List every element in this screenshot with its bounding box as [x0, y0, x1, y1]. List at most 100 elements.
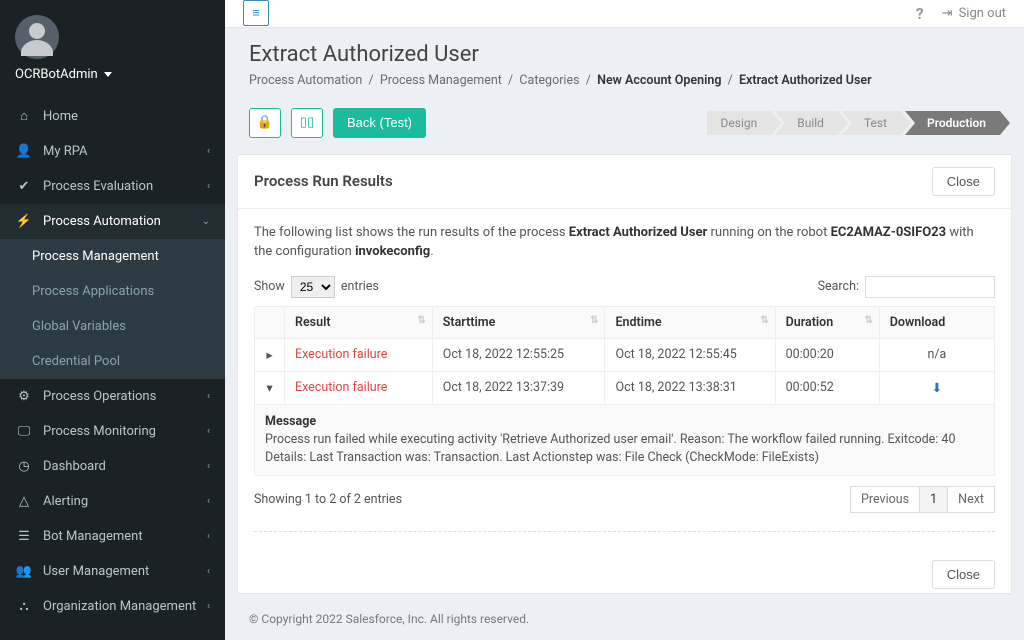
- sliders-icon: ☰: [15, 529, 33, 544]
- nav-my-rpa[interactable]: 👤My RPA‹: [0, 134, 225, 169]
- profile-block: OCRBotAdmin: [0, 0, 225, 92]
- chevron-left-icon: ‹: [207, 181, 210, 192]
- col-download: Download: [879, 306, 994, 338]
- cell-endtime: Oct 18, 2022 12:55:45: [605, 338, 775, 371]
- datatable-controls: Show 25 entries Search:: [254, 276, 995, 298]
- table-info: Showing 1 to 2 of 2 entries: [254, 492, 402, 507]
- nav-process-applications[interactable]: Process Applications: [0, 274, 225, 309]
- caret-down-icon: [104, 72, 112, 77]
- nav-credential-pool[interactable]: Credential Pool: [0, 344, 225, 379]
- cell-duration: 00:00:20: [775, 338, 879, 371]
- page-header: Extract Authorized User Process Automati…: [225, 28, 1024, 98]
- nav-process-monitoring[interactable]: 🖵Process Monitoring‹: [0, 414, 225, 449]
- nav-process-evaluation[interactable]: ✔Process Evaluation‹: [0, 169, 225, 204]
- nav-process-management[interactable]: Process Management: [0, 239, 225, 274]
- datatable-footer: Showing 1 to 2 of 2 entries Previous 1 N…: [254, 486, 995, 513]
- stage-test[interactable]: Test: [842, 111, 901, 135]
- gears-icon: ⚙: [15, 389, 33, 404]
- nav-process-automation[interactable]: ⚡Process Automation⌄: [0, 204, 225, 239]
- cell-result: Execution failure: [285, 371, 433, 404]
- signout-link[interactable]: ⇥ Sign out: [942, 6, 1006, 21]
- page-size-select[interactable]: 25: [291, 276, 335, 298]
- crumb-process-management[interactable]: Process Management: [380, 73, 502, 88]
- layout-icon: ▯▯: [300, 115, 314, 130]
- breadcrumb: Process Automation / Process Management …: [249, 73, 1000, 88]
- chevron-left-icon: ‹: [207, 391, 210, 402]
- sort-icon: ⇅: [417, 315, 425, 326]
- chevron-down-icon: ⌄: [202, 216, 210, 227]
- lock-icon: 🔒: [257, 115, 273, 130]
- toolbar: 🔒 ▯▯ Back (Test) Design Build Test Produ…: [225, 98, 1024, 154]
- username-dropdown[interactable]: OCRBotAdmin: [15, 67, 210, 82]
- back-button[interactable]: Back (Test): [333, 108, 426, 138]
- topbar: ≡ ? ⇥ Sign out: [225, 0, 1024, 28]
- home-icon: ⌂: [15, 108, 33, 124]
- sidebar: OCRBotAdmin ⌂Home 👤My RPA‹ ✔Process Eval…: [0, 0, 225, 640]
- crumb-category-name: New Account Opening: [597, 73, 721, 88]
- nav-organization-management[interactable]: ⛬Organization Management‹: [0, 589, 225, 624]
- expand-row-button[interactable]: ▸: [255, 338, 285, 371]
- close-button-bottom[interactable]: Close: [932, 560, 995, 589]
- cell-endtime: Oct 18, 2022 13:38:31: [605, 371, 775, 404]
- help-icon[interactable]: ?: [916, 4, 924, 23]
- close-button-top[interactable]: Close: [932, 167, 995, 196]
- page-title: Extract Authorized User: [249, 42, 1000, 67]
- nav-user-management[interactable]: 👥User Management‹: [0, 554, 225, 589]
- chevron-left-icon: ‹: [207, 566, 210, 577]
- page-prev[interactable]: Previous: [850, 486, 920, 513]
- sort-icon: ⇅: [864, 315, 872, 326]
- layout-button[interactable]: ▯▯: [291, 108, 323, 138]
- divider: [254, 531, 995, 532]
- page-next[interactable]: Next: [947, 486, 995, 513]
- copyright: © Copyright 2022 Salesforce, Inc. All ri…: [225, 606, 1024, 640]
- stage-design[interactable]: Design: [707, 111, 772, 135]
- table-row: ▾ Execution failure Oct 18, 2022 13:37:3…: [255, 371, 995, 404]
- nav-alerting[interactable]: △Alerting‹: [0, 484, 225, 519]
- users-icon: 👥: [15, 564, 33, 579]
- chevron-left-icon: ‹: [207, 461, 210, 472]
- alert-icon: △: [15, 494, 33, 509]
- panel-body: The following list shows the run results…: [238, 209, 1011, 548]
- avatar: [15, 15, 59, 59]
- cell-starttime: Oct 18, 2022 12:55:25: [432, 338, 605, 371]
- col-duration[interactable]: Duration⇅: [775, 306, 879, 338]
- message-label: Message: [265, 414, 316, 429]
- chevron-left-icon: ‹: [207, 146, 210, 157]
- col-result[interactable]: Result⇅: [285, 306, 433, 338]
- download-button[interactable]: ⬇: [879, 371, 994, 404]
- user-icon: 👤: [15, 144, 33, 159]
- chevron-left-icon: ‹: [207, 496, 210, 507]
- chevron-left-icon: ‹: [207, 601, 210, 612]
- crumb-process-automation[interactable]: Process Automation: [249, 73, 362, 88]
- nav-home[interactable]: ⌂Home: [0, 98, 225, 134]
- stage-build[interactable]: Build: [775, 111, 838, 135]
- bolt-icon: ⚡: [15, 214, 33, 229]
- main: ≡ ? ⇥ Sign out Extract Authorized User P…: [225, 0, 1024, 640]
- nav-bot-management[interactable]: ☰Bot Management‹: [0, 519, 225, 554]
- nav-dashboard[interactable]: ◷Dashboard‹: [0, 449, 225, 484]
- lock-button[interactable]: 🔒: [249, 108, 281, 138]
- username-label: OCRBotAdmin: [15, 67, 98, 82]
- org-icon: ⛬: [15, 599, 33, 614]
- crumb-categories[interactable]: Categories: [519, 73, 579, 88]
- search-label: Search:: [818, 279, 859, 294]
- check-icon: ✔: [15, 179, 33, 194]
- chevron-left-icon: ‹: [207, 426, 210, 437]
- cell-starttime: Oct 18, 2022 13:37:39: [432, 371, 605, 404]
- table-row: ▸ Execution failure Oct 18, 2022 12:55:2…: [255, 338, 995, 371]
- stage-production[interactable]: Production: [905, 111, 1000, 135]
- page-1[interactable]: 1: [919, 486, 948, 513]
- pagination: Previous 1 Next: [851, 486, 995, 513]
- col-endtime[interactable]: Endtime⇅: [605, 306, 775, 338]
- download-icon: ⬇: [932, 381, 942, 396]
- sort-icon: ⇅: [760, 315, 768, 326]
- hamburger-button[interactable]: ≡: [243, 0, 269, 26]
- nav-process-operations[interactable]: ⚙Process Operations‹: [0, 379, 225, 414]
- gauge-icon: ◷: [15, 459, 33, 474]
- nav-global-variables[interactable]: Global Variables: [0, 309, 225, 344]
- sort-icon: ⇅: [590, 315, 598, 326]
- search-input[interactable]: [865, 276, 995, 298]
- col-starttime[interactable]: Starttime⇅: [432, 306, 605, 338]
- collapse-row-button[interactable]: ▾: [255, 371, 285, 404]
- cell-download: n/a: [879, 338, 994, 371]
